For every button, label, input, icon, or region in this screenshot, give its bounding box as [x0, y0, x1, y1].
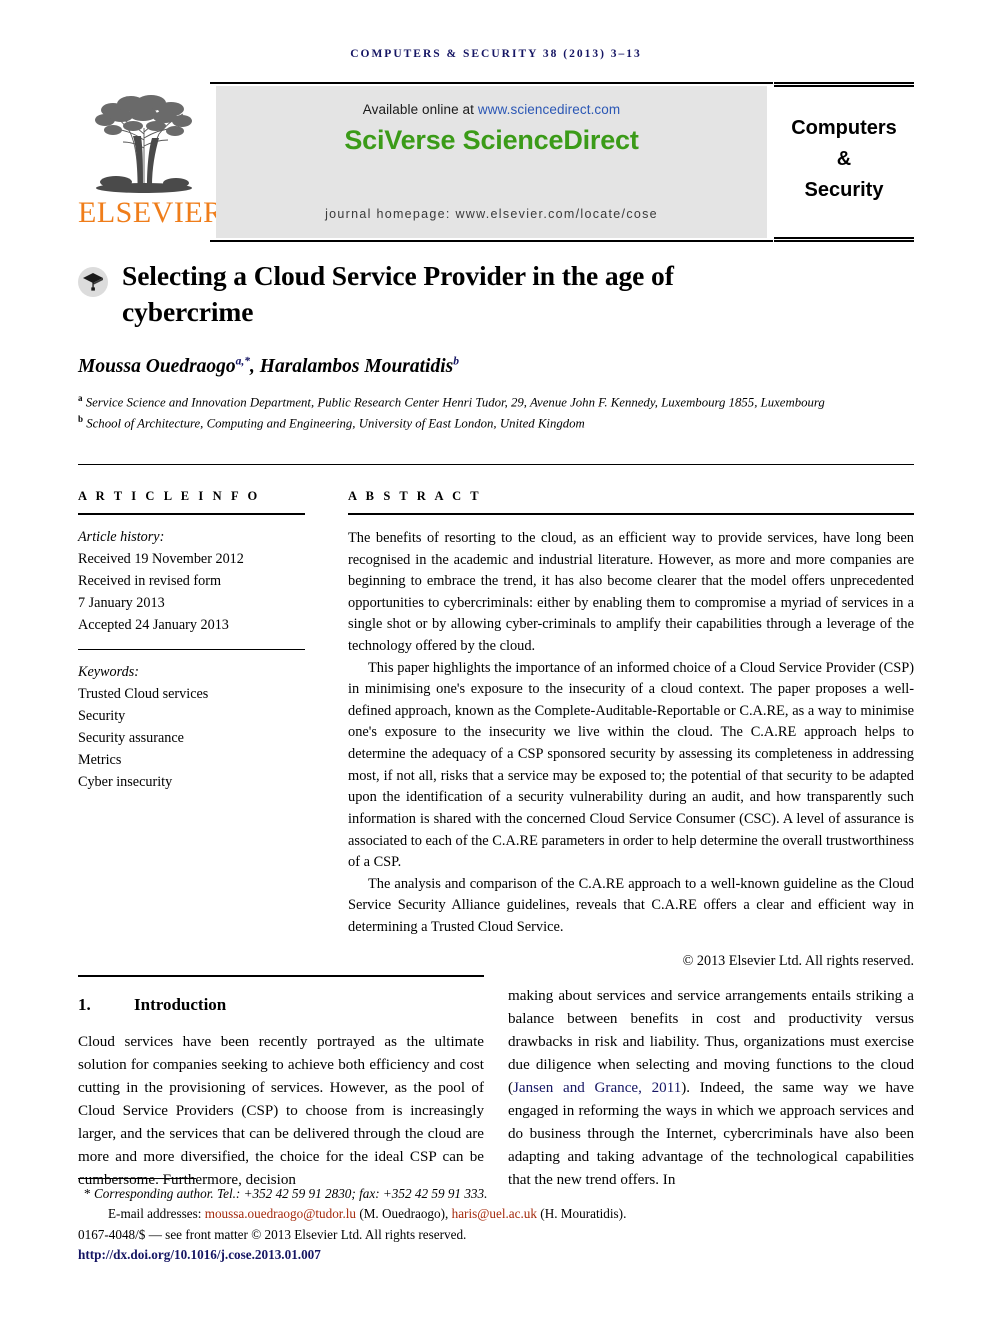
affiliation-a: a Service Science and Innovation Departm…: [78, 392, 878, 413]
keyword-item: Security assurance: [78, 730, 184, 746]
sciencedirect-url-link[interactable]: www.sciencedirect.com: [478, 102, 620, 117]
affiliation-divider: [78, 464, 914, 465]
article-history-block: Article history: Received 19 November 20…: [78, 526, 305, 636]
affiliation-marker-a: a: [78, 393, 83, 403]
journal-title-box: Computers & Security: [774, 82, 914, 242]
journal-name-line-2: Security: [804, 178, 884, 201]
history-item: Received 19 November 2012: [78, 551, 244, 567]
author-names: Moussa Ouedraogoa,*, Haralambos Mouratid…: [78, 355, 459, 377]
sciverse-sciencedirect-title: SciVerse ScienceDirect: [344, 125, 639, 155]
abstract-body: The benefits of resorting to the cloud, …: [348, 528, 914, 939]
body-paragraph-right: making about services and service arrang…: [508, 985, 914, 1191]
elsevier-logo: ELSEVIER: [78, 82, 224, 242]
history-item: Accepted 24 January 2013: [78, 617, 229, 633]
abstract-paragraph: The benefits of resorting to the cloud, …: [348, 530, 914, 655]
article-info-heading: A R T I C L E I N F O: [78, 489, 261, 503]
email-link-ouedraogo[interactable]: moussa.ouedraogo@tudor.lu: [205, 1206, 356, 1221]
graduation-cap-icon: [83, 273, 103, 291]
elsevier-wordmark: ELSEVIER: [78, 196, 224, 229]
body-column-left: 1. Introduction Cloud services have been…: [78, 985, 484, 1192]
article-info-column: A R T I C L E I N F O Article history: R…: [78, 489, 305, 793]
abstract-copyright: © 2013 Elsevier Ltd. All rights reserved…: [682, 952, 914, 969]
keyword-item: Cyber insecurity: [78, 774, 173, 790]
abstract-paragraph: This paper highlights the importance of …: [348, 659, 914, 871]
journal-article-page: COMPUTERS & SECURITY 38 (2013) 3–13 ELSE…: [0, 0, 992, 1323]
journal-homepage-line[interactable]: journal homepage: www.elsevier.com/locat…: [216, 207, 767, 221]
keyword-item: Metrics: [78, 752, 122, 768]
abstract-column: A B S T R A C T The benefits of resortin…: [348, 489, 914, 970]
keyword-item: Trusted Cloud services: [78, 686, 209, 702]
affiliation-b-text: School of Architecture, Computing and En…: [86, 415, 585, 430]
title-block: Selecting a Cloud Service Provider in th…: [78, 258, 778, 330]
journal-name: Computers & Security: [791, 113, 897, 206]
affiliation-marker-b: b: [78, 413, 84, 424]
available-online-line: Available online at www.sciencedirect.co…: [216, 86, 767, 117]
affiliation-list: a Service Science and Innovation Departm…: [78, 392, 878, 433]
keywords-label: Keywords:: [78, 664, 139, 680]
email-owner-ouedraogo: (M. Ouedraogo),: [359, 1206, 449, 1222]
inline-citation[interactable]: Jansen and Grance, 2011: [513, 1080, 681, 1096]
abstract-heading: A B S T R A C T: [348, 489, 482, 503]
page-title: Selecting a Cloud Service Provider in th…: [122, 260, 674, 327]
journal-masthead: ELSEVIER Available online at www.science…: [78, 82, 914, 242]
doi-link[interactable]: http://dx.doi.org/10.1016/j.cose.2013.01…: [78, 1245, 914, 1265]
article-info-rule: [78, 513, 305, 515]
history-item: Received in revised form: [78, 573, 222, 589]
body-paragraph-left: Cloud services have been recently portra…: [78, 1034, 484, 1188]
section-title: Introduction: [134, 995, 227, 1014]
history-item: 7 January 2013: [78, 595, 165, 611]
body-top-rule: [78, 975, 484, 977]
journal-box-top-rule: [774, 82, 914, 87]
keyword-item: Security: [78, 708, 126, 724]
abstract-rule: [348, 513, 914, 515]
email-owner-mouratidis: (H. Mouratidis).: [540, 1206, 627, 1222]
section-heading-introduction: 1. Introduction: [78, 995, 484, 1015]
email-addresses-label: E-mail addresses:: [108, 1206, 202, 1222]
abstract-paragraph: The analysis and comparison of the C.A.R…: [348, 875, 914, 935]
journal-name-ampersand: &: [836, 147, 852, 170]
keywords-block: Keywords: Trusted Cloud services Securit…: [78, 661, 305, 793]
keywords-divider: [78, 649, 305, 650]
running-head: COMPUTERS & SECURITY 38 (2013) 3–13: [350, 48, 642, 60]
available-online-prefix: Available online at: [362, 102, 478, 117]
affiliation-a-text: Service Science and Innovation Departmen…: [85, 395, 825, 410]
journal-name-line-1: Computers: [791, 116, 897, 139]
footnote-block: * Corresponding author. Tel.: +352 42 59…: [78, 1184, 914, 1265]
email-link-mouratidis[interactable]: haris@uel.ac.uk: [452, 1206, 537, 1221]
front-matter-line: 0167-4048/$ — see front matter © 2013 El…: [78, 1227, 467, 1243]
sciencedirect-banner: Available online at www.sciencedirect.co…: [216, 86, 767, 238]
author-list: Moussa Ouedraogoa,*, Haralambos Mouratid…: [78, 355, 858, 378]
journal-box-bottom-rule: [774, 237, 914, 242]
affiliation-b: b School of Architecture, Computing and …: [78, 413, 878, 434]
elsevier-tree-icon: [95, 95, 192, 193]
corresponding-author-line: * Corresponding author. Tel.: +352 42 59…: [78, 1184, 914, 1204]
section-number: 1.: [78, 995, 91, 1014]
footnote-star-marker: *: [84, 1186, 91, 1201]
corresponding-author-text: Corresponding author. Tel.: +352 42 59 9…: [94, 1186, 488, 1201]
body-column-right: making about services and service arrang…: [508, 985, 914, 1191]
email-addresses-line: E-mail addresses: moussa.ouedraogo@tudor…: [78, 1204, 914, 1224]
article-history-label: Article history:: [78, 529, 165, 545]
crossmark-badge[interactable]: [78, 267, 108, 297]
footnote-rule: [78, 1178, 196, 1179]
